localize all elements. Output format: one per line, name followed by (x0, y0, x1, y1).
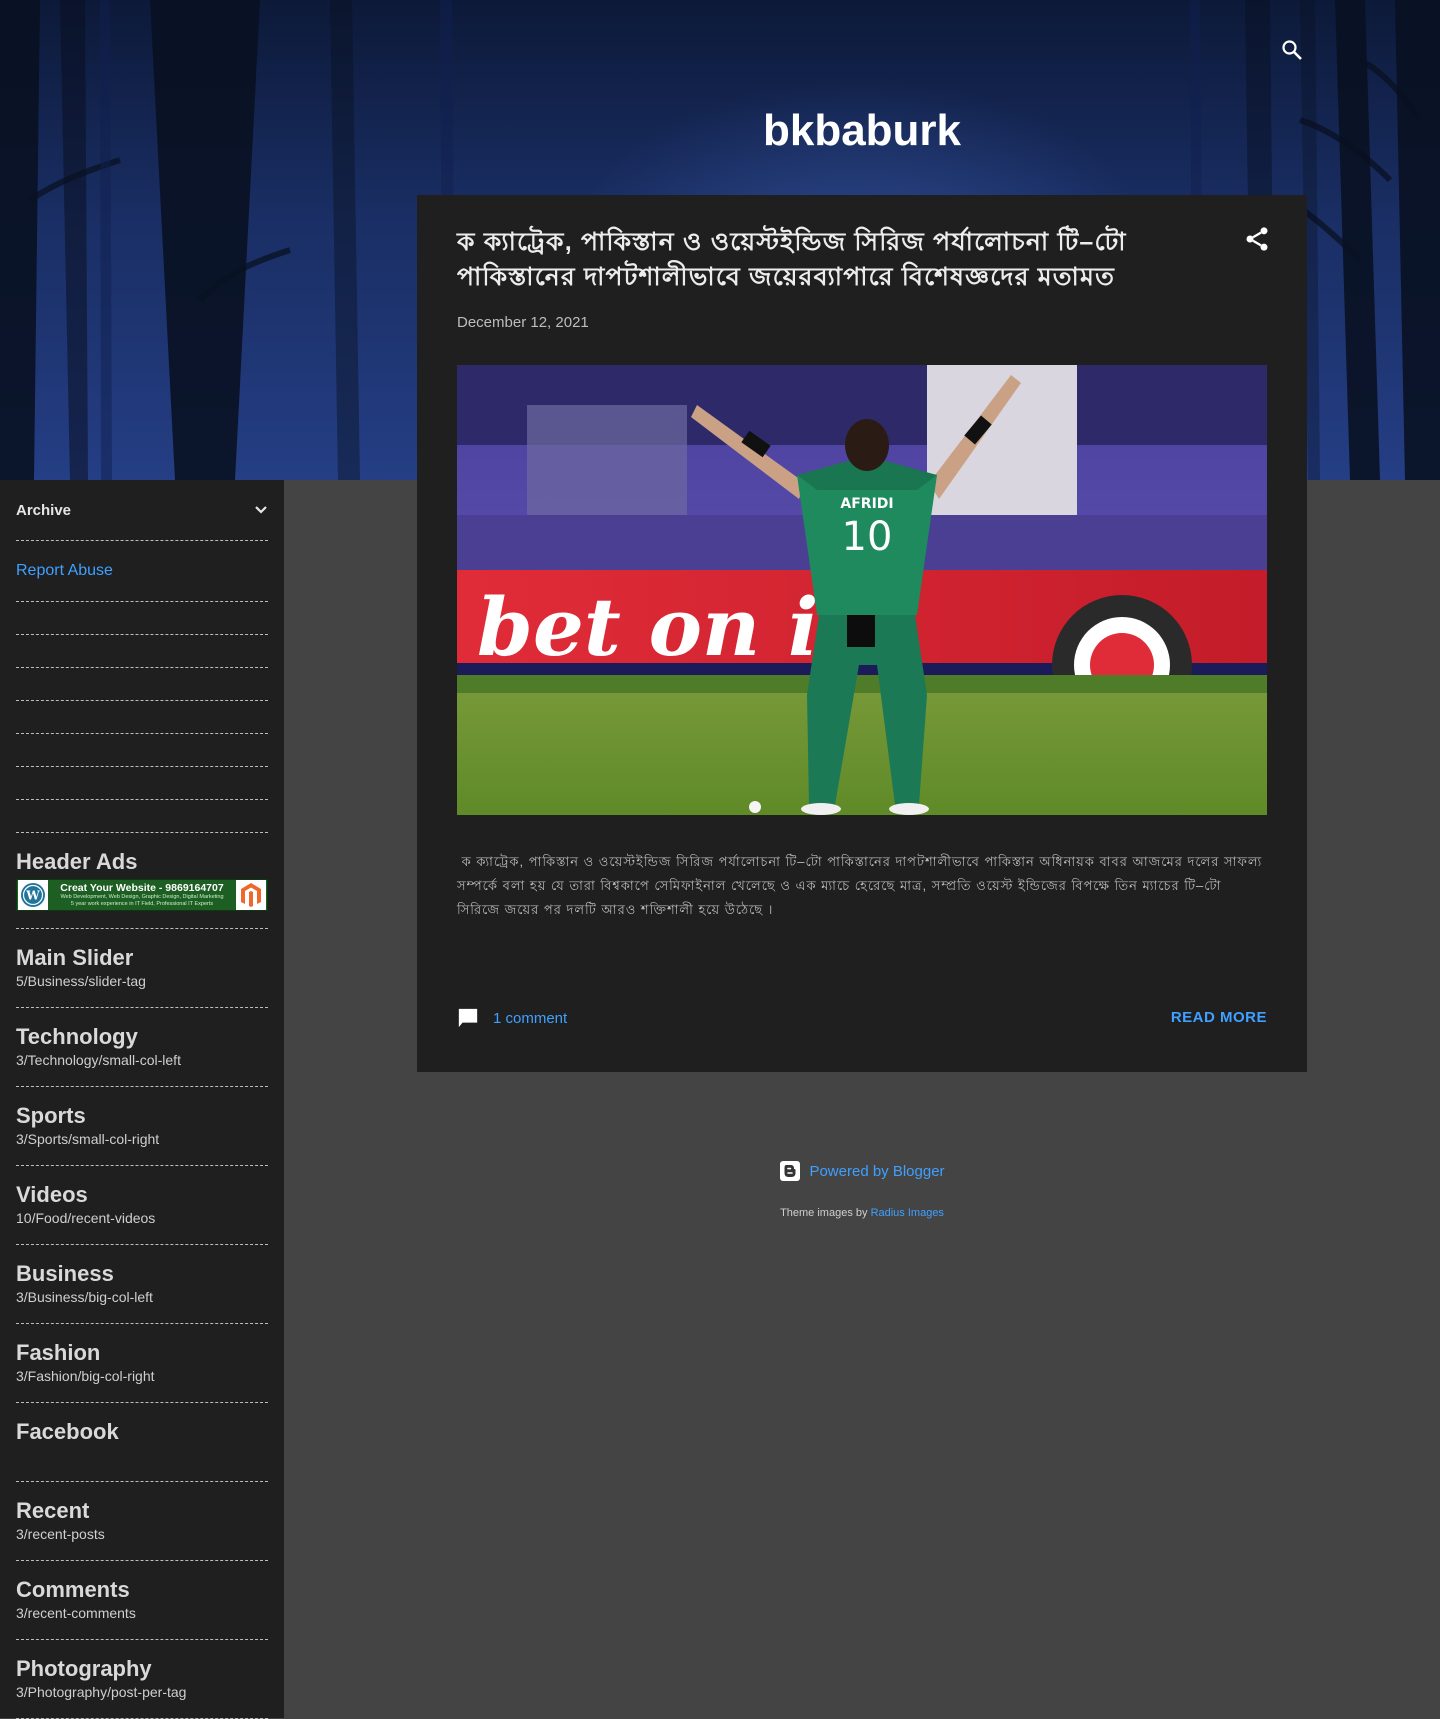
powered-by-blogger-link[interactable]: Powered by Blogger (779, 1160, 945, 1182)
widget-config: 3/Technology/small-col-left (16, 1052, 181, 1068)
archive-label: Archive (16, 501, 72, 519)
comment-icon (458, 1008, 478, 1028)
ad-banner-subtext: Web Development, Web Design, Graphic Des… (60, 894, 224, 900)
report-abuse-link[interactable]: Report Abuse (16, 541, 268, 602)
widget-title: Sports (16, 1103, 86, 1128)
sidebar-empty-widget (16, 800, 268, 833)
sidebar-widget: Main Slider 5/Business/slider-tag (16, 929, 268, 1008)
widget-title: Facebook (16, 1419, 119, 1444)
sidebar-widget: Sports 3/Sports/small-col-right (16, 1087, 268, 1166)
sidebar-empty-widget (16, 767, 268, 800)
widget-config: 3/Sports/small-col-right (16, 1131, 160, 1147)
svg-text:W: W (25, 889, 40, 903)
sidebar-empty-widget (16, 734, 268, 767)
widget-config: 3/Business/big-col-left (16, 1289, 153, 1305)
post-snippet: ক ক্যাট্রেক, পাকিস্তান ও ওয়েস্টইন্ডিজ সি… (457, 854, 1263, 917)
widget-config: 3/recent-comments (16, 1605, 136, 1621)
widget-title: Technology (16, 1024, 138, 1049)
wordpress-logo-icon: W (18, 880, 48, 910)
jersey-number-text: 10 (842, 514, 893, 560)
blogger-logo-icon (780, 1161, 801, 1181)
ad-banner-text: Creat Your Website - 9869164707 (60, 882, 224, 894)
read-more-link[interactable]: READ MORE (1171, 1009, 1267, 1026)
chevron-down-icon (255, 506, 267, 514)
widget-config: 3/Photography/post-per-tag (16, 1684, 187, 1700)
sidebar-widget: Comments 3/recent-comments (16, 1561, 268, 1640)
widget-config: 3/recent-posts (16, 1526, 105, 1542)
sidebar-widget: Fashion 3/Fashion/big-col-right (16, 1324, 268, 1403)
comments-link[interactable]: 1 comment (457, 1007, 567, 1029)
widget-title: Main Slider (16, 945, 134, 970)
jersey-name-text: AFRIDI (840, 496, 893, 512)
search-button[interactable] (1280, 38, 1310, 68)
search-icon (1282, 40, 1302, 60)
widget-title: Header Ads (16, 849, 138, 874)
share-icon (1246, 227, 1268, 251)
sidebar-widget: Technology 3/Technology/small-col-left (16, 1008, 268, 1087)
post-featured-image[interactable]: bet on it AFRIDI 10 (457, 365, 1267, 815)
theme-credit: Theme images by Radius Images (417, 1207, 1307, 1219)
powered-by-text: Powered by Blogger (809, 1162, 945, 1180)
ad-board-text: bet on it (477, 580, 855, 674)
widget-title: Comments (16, 1577, 130, 1602)
sidebar-empty-widget (16, 668, 268, 701)
sidebar: Archive Report Abuse Header Ads W Creat … (0, 480, 284, 1719)
share-button[interactable] (1243, 225, 1271, 253)
theme-credit-prefix: Theme images by (780, 1207, 868, 1219)
sidebar-widget: Recent 3/recent-posts (16, 1482, 268, 1561)
sidebar-empty-widget (16, 602, 268, 635)
sidebar-widget: Photography 3/Photography/post-per-tag (16, 1640, 268, 1719)
comments-count: 1 comment (493, 1009, 568, 1027)
widget-title: Photography (16, 1656, 152, 1681)
ad-banner-subtext-2: 5 year work experience in IT Field, Prof… (70, 901, 214, 907)
widget-config: 3/Fashion/big-col-right (16, 1368, 155, 1384)
ad-banner[interactable]: W Creat Your Website - 9869164707 Web De… (16, 879, 268, 911)
widget-config: 10/Food/recent-videos (16, 1210, 156, 1226)
blog-title[interactable]: bkbaburk (417, 106, 1307, 156)
sidebar-empty-widget (16, 701, 268, 734)
post-date[interactable]: December 12, 2021 (457, 314, 589, 331)
widget-title: Recent (16, 1498, 90, 1523)
widget-config: 5/Business/slider-tag (16, 973, 146, 989)
radius-images-link[interactable]: Radius Images (871, 1207, 944, 1219)
header-ads-widget: Header Ads W Creat Your Website - 986916… (16, 833, 268, 929)
sidebar-widget: Facebook (16, 1403, 268, 1482)
post-card: ক ক্যাট্রেক, পাকিস্তান ও ওয়েস্টইন্ডিজ সি… (417, 195, 1307, 1072)
widget-title: Fashion (16, 1340, 101, 1365)
widget-title: Videos (16, 1182, 88, 1207)
archive-dropdown[interactable]: Archive (16, 480, 268, 541)
sidebar-widget: Business 3/Business/big-col-left (16, 1245, 268, 1324)
sidebar-widget: Videos 10/Food/recent-videos (16, 1166, 268, 1245)
footer: Powered by Blogger Theme images by Radiu… (417, 1160, 1307, 1219)
magento-logo-icon (236, 880, 266, 910)
post-title[interactable]: ক ক্যাট্রেক, পাকিস্তান ও ওয়েস্টইন্ডিজ সি… (457, 225, 1217, 295)
sidebar-empty-widget (16, 635, 268, 668)
widget-title: Business (16, 1261, 114, 1286)
